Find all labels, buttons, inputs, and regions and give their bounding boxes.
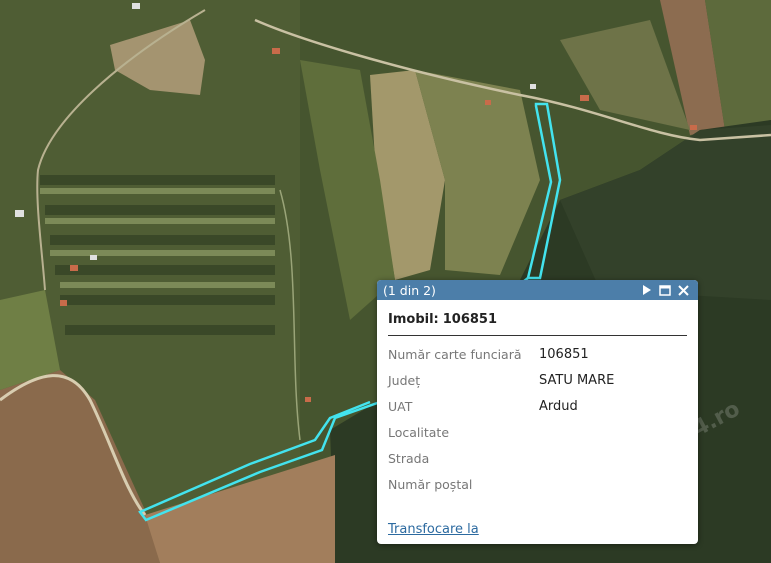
- close-icon: [677, 284, 689, 296]
- attribute-value: [539, 419, 614, 445]
- triangle-right-icon: [643, 285, 651, 295]
- title-value: 106851: [442, 312, 498, 327]
- attribute-label: UAT: [388, 398, 413, 414]
- attribute-row: Localitate: [388, 419, 614, 445]
- attribute-value: [539, 471, 614, 497]
- attribute-row: Număr carte funciară 106851: [388, 341, 614, 367]
- attribute-value: 106851: [539, 346, 589, 362]
- attribute-label: Județ: [388, 372, 421, 388]
- attribute-value: [539, 445, 614, 471]
- attribute-row: Județ SATU MARE: [388, 367, 614, 393]
- attribute-label: Strada: [388, 450, 430, 466]
- attributes-table: Număr carte funciară 106851 Județ SATU MAR…: [388, 341, 614, 497]
- attribute-row: UAT Ardud: [388, 393, 614, 419]
- title-label: Imobil:: [388, 312, 439, 327]
- close-button[interactable]: [674, 281, 692, 299]
- attribute-value: SATU MARE: [539, 372, 615, 388]
- popup-header: (1 din 2): [377, 280, 698, 300]
- popup-title: Imobil: 106851: [388, 312, 687, 336]
- attribute-label: Număr poștal: [388, 476, 473, 492]
- square-icon: [659, 284, 671, 296]
- zoom-to-link[interactable]: Transfocare la: [388, 522, 479, 537]
- attribute-label: Număr carte funciară: [388, 346, 522, 362]
- attribute-label: Localitate: [388, 424, 450, 440]
- next-feature-button[interactable]: [638, 281, 656, 299]
- attribute-row: Strada: [388, 445, 614, 471]
- maximize-button[interactable]: [656, 281, 674, 299]
- attribute-value: Ardud: [539, 398, 578, 414]
- popup-pager: (1 din 2): [383, 282, 436, 298]
- parcel-info-popup: (1 din 2) Imobil: 106851 Număr carte func…: [377, 280, 698, 544]
- attribute-row: Număr poștal: [388, 471, 614, 497]
